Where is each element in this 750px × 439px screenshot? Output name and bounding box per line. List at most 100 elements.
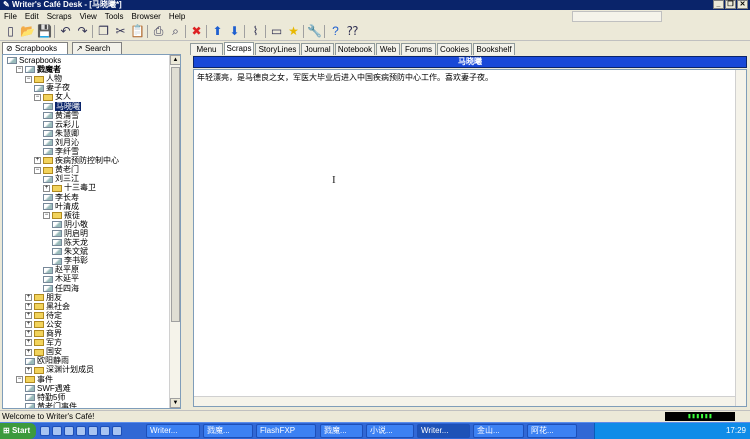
tab-storylines[interactable]: StoryLines [255,43,300,55]
tab-forums[interactable]: Forums [401,43,436,55]
close-button[interactable]: ✕ [737,0,748,9]
taskbar-button[interactable]: FlashFXP [256,424,316,438]
menu-scraps[interactable]: Scraps [43,10,76,23]
delete-icon[interactable]: ✖ [189,24,204,39]
expand-icon[interactable]: + [25,348,32,356]
tree-item[interactable]: 朱慧卿 [43,129,79,138]
collapse-icon[interactable]: − [34,93,41,101]
copy-icon[interactable]: ❐ [96,24,111,39]
tree-item[interactable]: 李书彰 [52,256,88,265]
frame-icon[interactable]: ▭ [269,24,284,39]
collapse-icon[interactable]: − [34,166,41,174]
down-icon[interactable]: ⬇ [227,24,242,39]
tree-scrollbar[interactable]: ▲ ▼ [169,55,180,408]
tree-folder-item[interactable]: + 十三毒卫 [43,183,96,192]
expand-icon[interactable]: + [25,366,32,374]
tree-folder-item[interactable]: + 军方 [25,338,62,347]
quick-launch-icon[interactable] [52,426,62,436]
start-button[interactable]: ⊞ Start [0,423,36,439]
tab-scrapbooks[interactable]: ⊘ Scrapbooks [2,42,68,54]
redo-icon[interactable]: ↷ [75,24,90,39]
tree-item[interactable]: 朱文斌 [52,247,88,256]
tree-item[interactable]: 李纤雪 [43,147,79,156]
quick-launch-icon[interactable] [100,426,110,436]
expand-icon[interactable]: + [25,303,32,311]
menu-tools[interactable]: Tools [101,10,128,23]
expand-icon[interactable]: + [43,184,50,192]
taskbar-button[interactable]: Writer... [146,424,200,438]
print-icon[interactable]: ⎙ [151,24,166,39]
menu-browser[interactable]: Browser [127,10,164,23]
tree-folder-item[interactable]: + 待定 [25,311,62,320]
scroll-up-arrow[interactable]: ▲ [170,55,180,65]
menu-view[interactable]: View [76,10,101,23]
tree-item[interactable]: 黄老门事件 [25,402,77,408]
tab-cookies[interactable]: Cookies [437,43,472,55]
tree-item[interactable]: 刘三江 [43,174,79,183]
scrap-body[interactable]: 年轻漂亮，是马德良之女，军医大毕业后进入中国疾病预防中心工作。喜欢妻子夜。 [197,73,493,83]
tab-notebook[interactable]: Notebook [335,43,375,55]
paste-icon[interactable]: 📋 [130,24,145,39]
taskbar-button[interactable]: 阿花... [527,424,577,438]
tree-item[interactable]: 马晓曦 [43,101,81,111]
taskbar-button[interactable]: 戮魔... [203,424,253,438]
tree-folder-item[interactable]: + 疾病预防控制中心 [34,156,119,165]
taskbar-button[interactable]: 戮魔... [320,424,363,438]
undo-icon[interactable]: ↶ [58,24,73,39]
tree-item[interactable]: 云彩儿 [43,120,79,129]
tree-item[interactable]: SWF遇难 [25,384,71,393]
expand-icon[interactable]: + [25,339,32,347]
scroll-thumb[interactable] [171,67,180,322]
tree-folder-item[interactable]: + 朋友 [25,293,62,302]
restore-button[interactable]: ❐ [725,0,736,9]
collapse-icon[interactable]: − [16,66,23,74]
tree-folder-item[interactable]: + 公安 [25,320,62,329]
tab-scraps[interactable]: Scraps [224,42,254,55]
new-icon[interactable]: ▯ [3,24,18,39]
open-icon[interactable]: 📂 [20,24,35,39]
editor-horizontal-scrollbar[interactable] [194,396,735,406]
tree-item[interactable]: 任四海 [43,284,79,293]
menu-help[interactable]: Help [165,10,189,23]
tree-folder-item[interactable]: + 国安 [25,347,62,356]
tree-item[interactable]: 李长寿 [43,193,79,202]
expand-icon[interactable]: + [25,321,32,329]
taskbar-button[interactable]: Writer... [417,424,470,438]
tree-item[interactable]: 阴启明 [52,229,88,238]
menu-edit[interactable]: Edit [21,10,43,23]
save-icon[interactable]: 💾 [37,24,52,39]
tab-menu[interactable]: Menu [190,43,223,55]
scrapbook-tree[interactable]: ▲ ▼ Scrapbooks − 戮魔者 − 人物 妻子夜 − 女人 马晓曦 黄浦雪 云彩儿 朱慧卿刘… [2,54,181,409]
editor-vertical-scrollbar[interactable] [735,70,746,406]
whats-this-icon[interactable]: ⁇ [345,24,360,39]
expand-icon[interactable]: + [25,330,32,338]
quick-launch-icon[interactable] [88,426,98,436]
quick-launch-icon[interactable] [40,426,50,436]
tree-item[interactable]: 赵平原 [43,265,79,274]
tab-search[interactable]: ↗ Search [72,42,122,54]
tree-item[interactable]: 陈天龙 [52,238,88,247]
tree-item[interactable]: − 戮魔者 [16,65,61,74]
tree-folder-item[interactable]: + 商界 [25,329,62,338]
collapse-icon[interactable]: − [16,375,23,383]
mini-toolbar[interactable] [572,11,662,22]
expand-icon[interactable]: + [25,293,32,301]
tree-folder-item[interactable]: − 黄老门 [34,165,79,174]
scrap-editor[interactable]: 年轻漂亮，是马德良之女，军医大毕业后进入中国疾病预防中心工作。喜欢妻子夜。 I [193,69,747,407]
clock[interactable]: 17:29 [726,423,746,439]
taskbar-button[interactable]: 金山... [473,424,524,438]
quick-launch-icon[interactable] [64,426,74,436]
tree-item[interactable]: 黄浦雪 [43,111,79,120]
menu-file[interactable]: File [0,10,21,23]
find-icon[interactable]: ⌕ [168,24,183,39]
cut-icon[interactable]: ✂ [113,24,128,39]
tree-item[interactable]: 阴小敬 [52,220,88,229]
tree-folder-item[interactable]: + 深渊计划成员 [25,365,94,374]
star-icon[interactable]: ★ [286,24,301,39]
tree-item[interactable]: 特勤5师 [25,393,65,402]
taskbar-button[interactable]: 小说... [366,424,414,438]
tree-item[interactable]: 叶清成 [43,202,79,211]
minimize-button[interactable]: _ [713,0,724,9]
scroll-down-arrow[interactable]: ▼ [170,398,180,408]
tree-item[interactable]: Scrapbooks [7,56,61,65]
